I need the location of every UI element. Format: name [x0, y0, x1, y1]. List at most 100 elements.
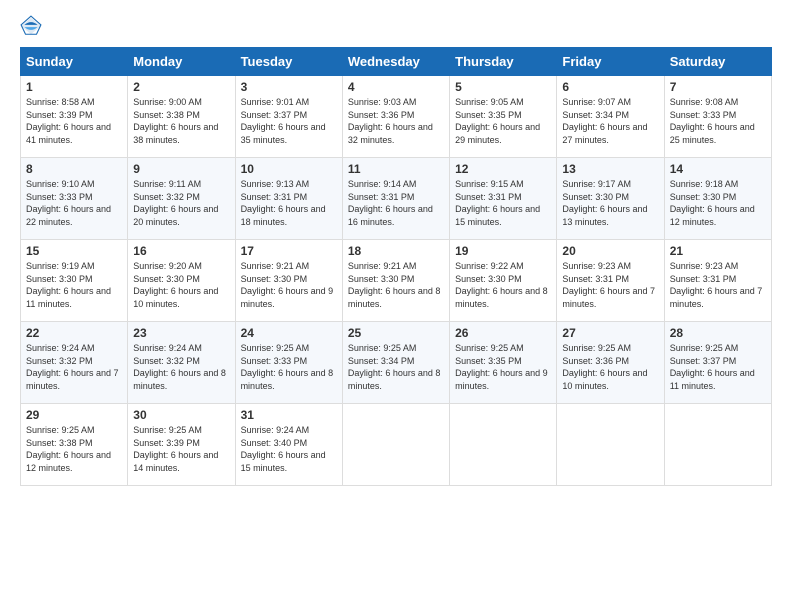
day-info: Sunrise: 9:25 AM Sunset: 3:36 PM Dayligh…	[562, 342, 658, 392]
day-number: 19	[455, 244, 551, 258]
day-info: Sunrise: 9:13 AM Sunset: 3:31 PM Dayligh…	[241, 178, 337, 228]
calendar-day-cell: 21 Sunrise: 9:23 AM Sunset: 3:31 PM Dayl…	[664, 240, 771, 322]
day-info: Sunrise: 9:24 AM Sunset: 3:32 PM Dayligh…	[133, 342, 229, 392]
calendar-week-row: 15 Sunrise: 9:19 AM Sunset: 3:30 PM Dayl…	[21, 240, 772, 322]
calendar-day-cell: 15 Sunrise: 9:19 AM Sunset: 3:30 PM Dayl…	[21, 240, 128, 322]
calendar-day-cell: 14 Sunrise: 9:18 AM Sunset: 3:30 PM Dayl…	[664, 158, 771, 240]
day-number: 25	[348, 326, 444, 340]
calendar-day-cell	[664, 404, 771, 486]
day-number: 22	[26, 326, 122, 340]
day-number: 1	[26, 80, 122, 94]
calendar-day-cell: 24 Sunrise: 9:25 AM Sunset: 3:33 PM Dayl…	[235, 322, 342, 404]
calendar-day-cell: 1 Sunrise: 8:58 AM Sunset: 3:39 PM Dayli…	[21, 76, 128, 158]
day-number: 2	[133, 80, 229, 94]
day-number: 15	[26, 244, 122, 258]
day-info: Sunrise: 9:23 AM Sunset: 3:31 PM Dayligh…	[562, 260, 658, 310]
day-number: 21	[670, 244, 766, 258]
day-info: Sunrise: 9:05 AM Sunset: 3:35 PM Dayligh…	[455, 96, 551, 146]
calendar-week-row: 1 Sunrise: 8:58 AM Sunset: 3:39 PM Dayli…	[21, 76, 772, 158]
calendar-day-cell: 19 Sunrise: 9:22 AM Sunset: 3:30 PM Dayl…	[450, 240, 557, 322]
calendar-week-row: 29 Sunrise: 9:25 AM Sunset: 3:38 PM Dayl…	[21, 404, 772, 486]
day-info: Sunrise: 9:14 AM Sunset: 3:31 PM Dayligh…	[348, 178, 444, 228]
calendar-day-cell: 30 Sunrise: 9:25 AM Sunset: 3:39 PM Dayl…	[128, 404, 235, 486]
day-info: Sunrise: 9:08 AM Sunset: 3:33 PM Dayligh…	[670, 96, 766, 146]
calendar: SundayMondayTuesdayWednesdayThursdayFrid…	[20, 47, 772, 486]
day-number: 6	[562, 80, 658, 94]
day-number: 9	[133, 162, 229, 176]
day-number: 16	[133, 244, 229, 258]
day-number: 20	[562, 244, 658, 258]
calendar-day-cell: 2 Sunrise: 9:00 AM Sunset: 3:38 PM Dayli…	[128, 76, 235, 158]
day-number: 29	[26, 408, 122, 422]
day-info: Sunrise: 9:25 AM Sunset: 3:37 PM Dayligh…	[670, 342, 766, 392]
day-info: Sunrise: 9:25 AM Sunset: 3:39 PM Dayligh…	[133, 424, 229, 474]
header	[20, 15, 772, 37]
logo-icon	[20, 15, 42, 37]
day-info: Sunrise: 9:15 AM Sunset: 3:31 PM Dayligh…	[455, 178, 551, 228]
calendar-day-cell: 22 Sunrise: 9:24 AM Sunset: 3:32 PM Dayl…	[21, 322, 128, 404]
day-info: Sunrise: 9:10 AM Sunset: 3:33 PM Dayligh…	[26, 178, 122, 228]
day-number: 8	[26, 162, 122, 176]
day-info: Sunrise: 9:11 AM Sunset: 3:32 PM Dayligh…	[133, 178, 229, 228]
day-number: 4	[348, 80, 444, 94]
day-number: 31	[241, 408, 337, 422]
day-number: 18	[348, 244, 444, 258]
weekday-header-thursday: Thursday	[450, 48, 557, 76]
day-number: 11	[348, 162, 444, 176]
weekday-header-friday: Friday	[557, 48, 664, 76]
day-info: Sunrise: 9:22 AM Sunset: 3:30 PM Dayligh…	[455, 260, 551, 310]
weekday-header-monday: Monday	[128, 48, 235, 76]
day-number: 24	[241, 326, 337, 340]
day-info: Sunrise: 9:19 AM Sunset: 3:30 PM Dayligh…	[26, 260, 122, 310]
calendar-day-cell: 13 Sunrise: 9:17 AM Sunset: 3:30 PM Dayl…	[557, 158, 664, 240]
day-number: 7	[670, 80, 766, 94]
calendar-day-cell: 7 Sunrise: 9:08 AM Sunset: 3:33 PM Dayli…	[664, 76, 771, 158]
day-info: Sunrise: 9:18 AM Sunset: 3:30 PM Dayligh…	[670, 178, 766, 228]
day-number: 5	[455, 80, 551, 94]
calendar-day-cell: 12 Sunrise: 9:15 AM Sunset: 3:31 PM Dayl…	[450, 158, 557, 240]
calendar-day-cell: 8 Sunrise: 9:10 AM Sunset: 3:33 PM Dayli…	[21, 158, 128, 240]
calendar-day-cell: 11 Sunrise: 9:14 AM Sunset: 3:31 PM Dayl…	[342, 158, 449, 240]
weekday-header-row: SundayMondayTuesdayWednesdayThursdayFrid…	[21, 48, 772, 76]
day-info: Sunrise: 8:58 AM Sunset: 3:39 PM Dayligh…	[26, 96, 122, 146]
calendar-day-cell: 26 Sunrise: 9:25 AM Sunset: 3:35 PM Dayl…	[450, 322, 557, 404]
day-info: Sunrise: 9:00 AM Sunset: 3:38 PM Dayligh…	[133, 96, 229, 146]
day-info: Sunrise: 9:25 AM Sunset: 3:35 PM Dayligh…	[455, 342, 551, 392]
calendar-day-cell	[342, 404, 449, 486]
day-info: Sunrise: 9:03 AM Sunset: 3:36 PM Dayligh…	[348, 96, 444, 146]
calendar-day-cell: 16 Sunrise: 9:20 AM Sunset: 3:30 PM Dayl…	[128, 240, 235, 322]
day-info: Sunrise: 9:25 AM Sunset: 3:33 PM Dayligh…	[241, 342, 337, 392]
day-info: Sunrise: 9:21 AM Sunset: 3:30 PM Dayligh…	[348, 260, 444, 310]
day-info: Sunrise: 9:24 AM Sunset: 3:40 PM Dayligh…	[241, 424, 337, 474]
day-number: 23	[133, 326, 229, 340]
day-info: Sunrise: 9:17 AM Sunset: 3:30 PM Dayligh…	[562, 178, 658, 228]
day-number: 30	[133, 408, 229, 422]
calendar-week-row: 8 Sunrise: 9:10 AM Sunset: 3:33 PM Dayli…	[21, 158, 772, 240]
day-info: Sunrise: 9:21 AM Sunset: 3:30 PM Dayligh…	[241, 260, 337, 310]
day-number: 13	[562, 162, 658, 176]
calendar-day-cell: 18 Sunrise: 9:21 AM Sunset: 3:30 PM Dayl…	[342, 240, 449, 322]
day-number: 12	[455, 162, 551, 176]
calendar-day-cell: 5 Sunrise: 9:05 AM Sunset: 3:35 PM Dayli…	[450, 76, 557, 158]
calendar-day-cell: 9 Sunrise: 9:11 AM Sunset: 3:32 PM Dayli…	[128, 158, 235, 240]
day-number: 27	[562, 326, 658, 340]
day-info: Sunrise: 9:25 AM Sunset: 3:34 PM Dayligh…	[348, 342, 444, 392]
day-info: Sunrise: 9:25 AM Sunset: 3:38 PM Dayligh…	[26, 424, 122, 474]
day-info: Sunrise: 9:20 AM Sunset: 3:30 PM Dayligh…	[133, 260, 229, 310]
day-info: Sunrise: 9:23 AM Sunset: 3:31 PM Dayligh…	[670, 260, 766, 310]
calendar-day-cell: 27 Sunrise: 9:25 AM Sunset: 3:36 PM Dayl…	[557, 322, 664, 404]
weekday-header-sunday: Sunday	[21, 48, 128, 76]
day-number: 17	[241, 244, 337, 258]
calendar-week-row: 22 Sunrise: 9:24 AM Sunset: 3:32 PM Dayl…	[21, 322, 772, 404]
calendar-day-cell: 29 Sunrise: 9:25 AM Sunset: 3:38 PM Dayl…	[21, 404, 128, 486]
weekday-header-saturday: Saturday	[664, 48, 771, 76]
page: SundayMondayTuesdayWednesdayThursdayFrid…	[0, 0, 792, 501]
day-number: 3	[241, 80, 337, 94]
calendar-day-cell: 25 Sunrise: 9:25 AM Sunset: 3:34 PM Dayl…	[342, 322, 449, 404]
calendar-day-cell: 28 Sunrise: 9:25 AM Sunset: 3:37 PM Dayl…	[664, 322, 771, 404]
calendar-day-cell: 3 Sunrise: 9:01 AM Sunset: 3:37 PM Dayli…	[235, 76, 342, 158]
day-info: Sunrise: 9:24 AM Sunset: 3:32 PM Dayligh…	[26, 342, 122, 392]
day-info: Sunrise: 9:07 AM Sunset: 3:34 PM Dayligh…	[562, 96, 658, 146]
day-info: Sunrise: 9:01 AM Sunset: 3:37 PM Dayligh…	[241, 96, 337, 146]
day-number: 26	[455, 326, 551, 340]
